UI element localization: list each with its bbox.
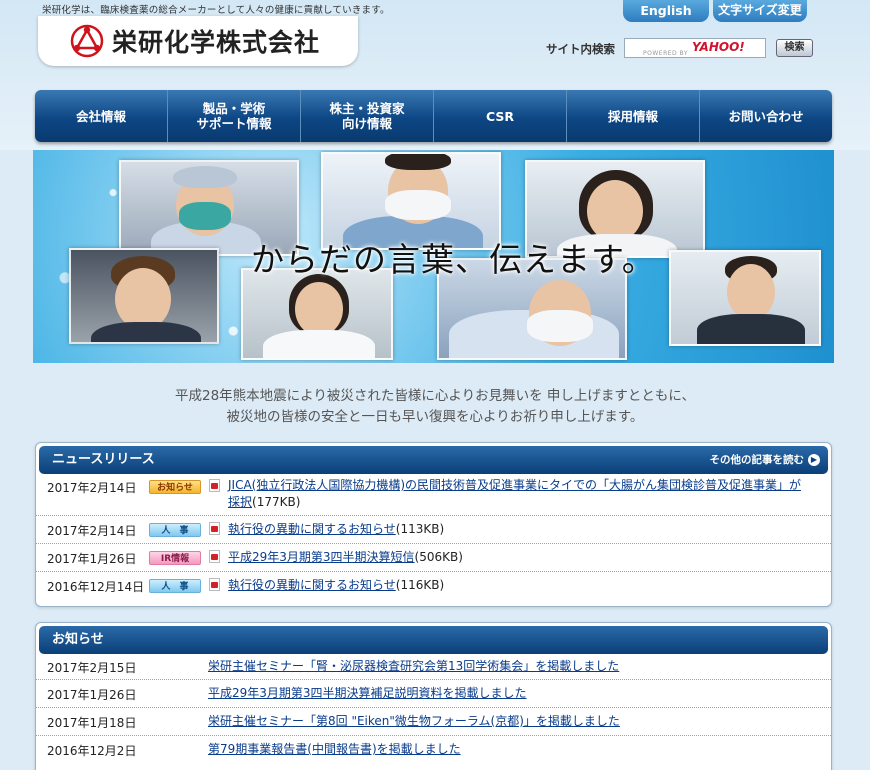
- news-row: 2017年2月14日 お知らせ JICA(独立行政法人国際協力機構)の民間技術普…: [36, 474, 831, 516]
- notice-link[interactable]: 栄研主催セミナー「腎・泌尿器検査研究会第13回学術集会」を掲載しました: [208, 659, 619, 673]
- notice-link[interactable]: 第79期事業報告書(中間報告書)を掲載しました: [208, 742, 461, 756]
- notice-row: 2017年1月18日 栄研主催セミナー「第8回 "Eiken"微生物フォーラム(…: [36, 708, 831, 736]
- file-size: (506KB): [414, 550, 463, 564]
- news-release-panel: ニュースリリース その他の記事を読む ▶ 2017年2月14日 お知らせ JICA…: [35, 442, 832, 607]
- file-size: (113KB): [395, 522, 445, 536]
- category-badge: IR情報: [149, 551, 201, 565]
- news-link[interactable]: 執行役の異動に関するお知らせ: [228, 522, 396, 536]
- hero-photo-5: [241, 268, 393, 360]
- pdf-icon: [209, 578, 220, 591]
- category-badge: 人 事: [149, 523, 201, 537]
- nav-contact[interactable]: お問い合わせ: [699, 90, 832, 142]
- search-powered-by: POWERED BY: [643, 50, 689, 57]
- news-link[interactable]: 平成29年3月期第3四半期決算短信: [228, 550, 415, 564]
- pdf-icon: [209, 479, 220, 492]
- company-name: 栄研化学株式会社: [112, 28, 321, 57]
- notice-date: 2017年2月15日: [47, 661, 137, 675]
- logo-link[interactable]: 栄研化学株式会社: [38, 16, 358, 66]
- search-input[interactable]: POWERED BY YAHOO!: [624, 38, 766, 58]
- notice-date: 2017年1月26日: [47, 688, 137, 702]
- file-size: (116KB): [395, 578, 445, 592]
- tagline: 栄研化学は、臨床検査薬の総合メーカーとして人々の健康に貢献していきます。: [42, 5, 390, 16]
- notice-row: 2017年2月15日 栄研主催セミナー「腎・泌尿器検査研究会第13回学術集会」を…: [36, 654, 831, 680]
- notice-row: 2016年12月2日 第79期事業報告書(中間報告書)を掲載しました: [36, 736, 831, 764]
- nav-investors[interactable]: 株主・投資家 向け情報: [300, 90, 433, 142]
- category-badge: お知らせ: [149, 480, 201, 494]
- nav-csr[interactable]: CSR: [433, 90, 566, 142]
- notice-row: 2017年1月26日 平成29年3月期第3四半期決算補足説明資料を掲載しました: [36, 680, 831, 708]
- notice-date: 2016年12月2日: [47, 744, 137, 758]
- nav-products-support[interactable]: 製品・学術 サポート情報: [167, 90, 300, 142]
- nav-recruit[interactable]: 採用情報: [566, 90, 699, 142]
- category-badge: 人 事: [149, 579, 201, 593]
- search-button[interactable]: 検索: [776, 39, 813, 57]
- file-size: (177KB): [252, 495, 301, 509]
- news-link[interactable]: JICA(独立行政法人国際協力機構)の民間技術普及促進事業にタイでの「大腸がん集…: [228, 478, 801, 509]
- hero-copy: からだの言葉、伝えます。: [251, 240, 656, 279]
- english-link[interactable]: English: [623, 0, 709, 22]
- arrow-right-icon: ▶: [808, 454, 820, 466]
- news-more-link[interactable]: その他の記事を読む ▶: [709, 446, 820, 474]
- pdf-icon: [209, 550, 220, 563]
- notice-link[interactable]: 平成29年3月期第3四半期決算補足説明資料を掲載しました: [208, 686, 527, 700]
- news-release-header: ニュースリリース その他の記事を読む ▶: [39, 446, 828, 474]
- news-release-title: ニュースリリース: [52, 452, 155, 467]
- hero-photo-4: [69, 248, 219, 344]
- news-link[interactable]: 執行役の異動に関するお知らせ: [228, 578, 396, 592]
- news-row: 2016年12月14日 人 事 執行役の異動に関するお知らせ(116KB): [36, 572, 831, 600]
- hero-photo-7: [669, 250, 821, 346]
- notices-title: お知らせ: [52, 632, 104, 647]
- notices-header: お知らせ: [39, 626, 828, 654]
- search-label: サイト内検索: [546, 42, 615, 56]
- yahoo-logo: YAHOO!: [692, 40, 745, 54]
- news-row: 2017年2月14日 人 事 執行役の異動に関するお知らせ(113KB): [36, 516, 831, 544]
- nav-company-info[interactable]: 会社情報: [35, 90, 167, 142]
- condolence-line-1: 平成28年熊本地震により被災された皆様に心よりお見舞いを 申し上げますとともに、: [174, 388, 696, 404]
- news-date: 2016年12月14日: [47, 580, 145, 594]
- notice-link[interactable]: 栄研主催セミナー「第8回 "Eiken"微生物フォーラム(京都)」を掲載しました: [208, 714, 620, 728]
- news-more-label: その他の記事を読む: [709, 454, 805, 466]
- pdf-icon: [209, 522, 220, 535]
- news-date: 2017年2月14日: [47, 481, 137, 495]
- company-logo-icon: [70, 24, 104, 58]
- condolence-line-2: 被災地の皆様の安全と一日も早い復興を心よりお祈り申し上げます。: [226, 409, 644, 425]
- notice-date: 2017年1月18日: [47, 716, 137, 730]
- news-date: 2017年2月14日: [47, 524, 137, 538]
- font-size-link[interactable]: 文字サイズ変更: [713, 0, 807, 22]
- news-row: 2017年1月26日 IR情報 平成29年3月期第3四半期決算短信(506KB): [36, 544, 831, 572]
- notices-panel: お知らせ 2017年2月15日 栄研主催セミナー「腎・泌尿器検査研究会第13回学…: [35, 622, 832, 770]
- global-nav: 会社情報 製品・学術 サポート情報 株主・投資家 向け情報 CSR 採用情報 お…: [35, 90, 832, 142]
- news-date: 2017年1月26日: [47, 552, 137, 566]
- hero-banner: からだの言葉、伝えます。: [33, 150, 834, 363]
